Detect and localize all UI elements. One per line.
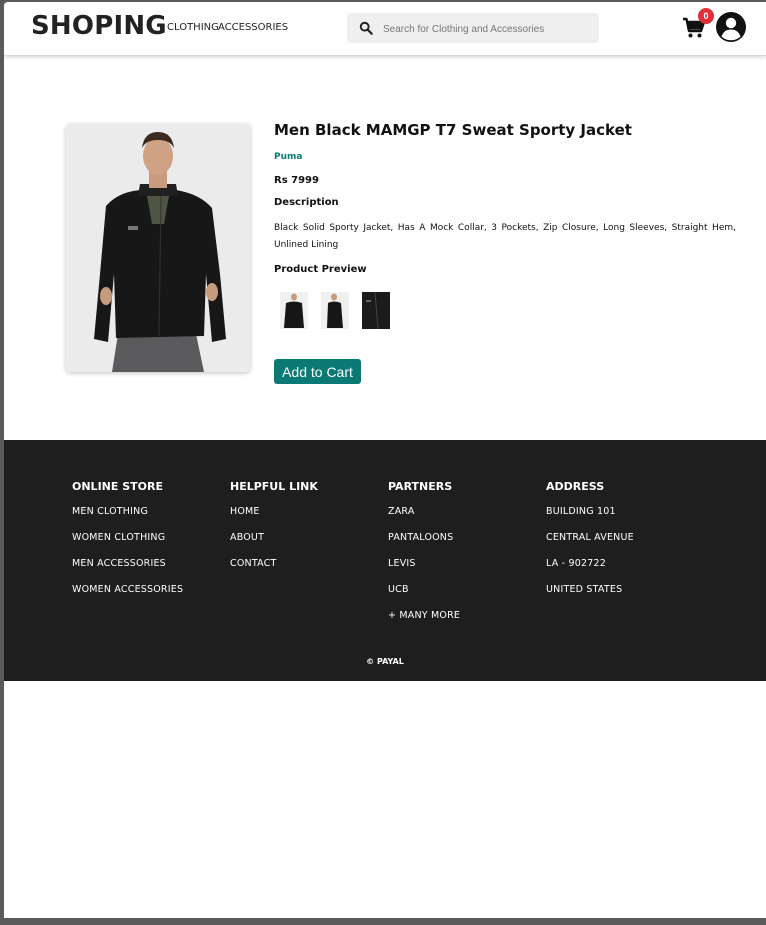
footer-link[interactable]: ZARA bbox=[388, 504, 460, 530]
cart-count-badge: 0 bbox=[698, 8, 714, 24]
footer-link[interactable]: HOME bbox=[230, 504, 318, 530]
footer-link[interactable]: WOMEN CLOTHING bbox=[72, 530, 183, 556]
address-line: LA - 902722 bbox=[546, 558, 606, 569]
footer-heading: PARTNERS bbox=[388, 480, 453, 493]
search-input[interactable] bbox=[381, 18, 595, 40]
footer-link[interactable]: MEN ACCESSORIES bbox=[72, 556, 183, 582]
footer-heading: ONLINE STORE bbox=[72, 480, 163, 493]
footer-heading: ADDRESS bbox=[546, 480, 605, 493]
footer-link[interactable]: + MANY MORE bbox=[388, 608, 460, 634]
address-line: UNITED STATES bbox=[546, 584, 623, 595]
preview-heading: Product Preview bbox=[274, 264, 367, 275]
footer: ONLINE STORE MEN CLOTHING WOMEN CLOTHING… bbox=[4, 440, 766, 681]
copyright: © PAYAL bbox=[366, 657, 404, 666]
footer-column-address: ADDRESS BUILDING 101 CENTRAL AVENUE LA -… bbox=[546, 480, 634, 608]
product-title: Men Black MAMGP T7 Sweat Sporty Jacket bbox=[274, 121, 632, 139]
top-navbar: SHOPING CLOTHING ACCESSORIES 0 bbox=[4, 2, 766, 56]
address-line: CENTRAL AVENUE bbox=[546, 532, 634, 543]
product-description: Black Solid Sporty Jacket, Has A Mock Co… bbox=[274, 223, 736, 250]
product-brand: Puma bbox=[274, 152, 303, 162]
jacket-model-photo bbox=[66, 124, 250, 372]
footer-link[interactable]: UCB bbox=[388, 582, 460, 608]
footer-link[interactable]: WOMEN ACCESSORIES bbox=[72, 582, 183, 608]
brand-logo[interactable]: SHOPING bbox=[31, 11, 167, 41]
footer-column-partners: PARTNERS ZARA PANTALOONS LEVIS UCB + MAN… bbox=[388, 480, 460, 634]
footer-link[interactable]: ABOUT bbox=[230, 530, 318, 556]
footer-link[interactable]: MEN CLOTHING bbox=[72, 504, 183, 530]
description-heading: Description bbox=[274, 197, 339, 208]
search-bar bbox=[347, 13, 599, 43]
footer-link[interactable]: LEVIS bbox=[388, 556, 460, 582]
address-line: BUILDING 101 bbox=[546, 506, 616, 517]
nav-accessories[interactable]: ACCESSORIES bbox=[218, 22, 288, 33]
user-account-icon[interactable] bbox=[715, 11, 747, 43]
preview-thumbnail-detail[interactable] bbox=[362, 292, 390, 329]
footer-heading: HELPFUL LINK bbox=[230, 480, 318, 493]
footer-column-helpful-link: HELPFUL LINK HOME ABOUT CONTACT bbox=[230, 480, 318, 582]
search-icon[interactable] bbox=[359, 21, 373, 35]
add-to-cart-button[interactable]: Add to Cart bbox=[274, 359, 361, 384]
footer-column-online-store: ONLINE STORE MEN CLOTHING WOMEN CLOTHING… bbox=[72, 480, 183, 608]
page: SHOPING CLOTHING ACCESSORIES 0 bbox=[4, 2, 766, 918]
preview-thumbnail-front[interactable] bbox=[280, 292, 308, 329]
footer-link[interactable]: CONTACT bbox=[230, 556, 318, 582]
product-main-image bbox=[66, 124, 250, 372]
preview-thumbnail-side[interactable] bbox=[321, 292, 349, 329]
product-price: Rs 7999 bbox=[274, 175, 319, 186]
footer-link[interactable]: PANTALOONS bbox=[388, 530, 460, 556]
nav-clothing[interactable]: CLOTHING bbox=[167, 22, 219, 33]
